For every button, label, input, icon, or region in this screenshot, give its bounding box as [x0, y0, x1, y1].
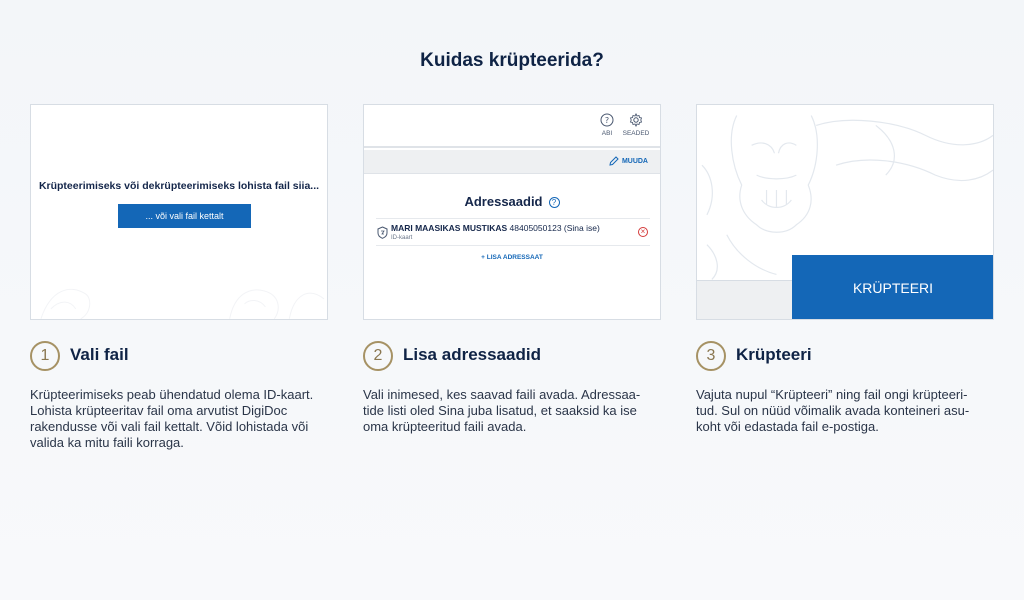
encrypt-button[interactable]: KRÜPTEERI	[792, 255, 993, 319]
step-number: 1	[30, 341, 60, 371]
step-2-description: Vali inimesed, kes saavad faili avada. A…	[363, 387, 641, 434]
recipient-type: ID-kaart	[391, 235, 413, 241]
settings-button[interactable]: SEADED	[621, 113, 651, 137]
help-icon: ?	[600, 113, 614, 127]
edit-label: MUUDA	[621, 157, 648, 165]
recipients-heading: Adressaadid?	[364, 194, 660, 209]
page-title: Kuidas krüpteerida?	[420, 50, 604, 71]
settings-label: SEADED	[622, 130, 650, 137]
help-button[interactable]: ? ABI	[592, 113, 622, 137]
step-number: 2	[363, 341, 393, 371]
add-recipient-button[interactable]: + LISA ADRESSAAT	[364, 254, 660, 261]
recipient-row: MARI MAASIKAS MUSTIKAS 48405050123 (Sina…	[376, 218, 650, 246]
step-title: Krüpteeri	[736, 345, 812, 364]
step-number: 3	[696, 341, 726, 371]
bottom-bar	[697, 280, 793, 319]
step-title: Vali fail	[70, 345, 129, 364]
drop-zone-text: Krüpteerimiseks või dekrüpteerimiseks lo…	[38, 180, 320, 192]
remove-recipient-icon[interactable]: ×	[638, 227, 648, 237]
help-label: ABI	[601, 130, 613, 137]
step-title: Lisa adressaadid	[403, 345, 541, 364]
recipient-code: 48405050123 (Sina ise)	[509, 223, 600, 233]
edit-bar: MUUDA	[364, 150, 660, 174]
edit-button[interactable]: MUUDA	[609, 156, 648, 166]
step-2-screenshot: ? ABI SEADED MUUDA Adressaadid? MARI MAA…	[363, 104, 661, 320]
app-toolbar: ? ABI SEADED	[364, 105, 660, 148]
recipients-title: Adressaadid	[464, 194, 543, 209]
recipient-name: MARI MAASIKAS MUSTIKAS	[391, 223, 508, 233]
choose-file-button[interactable]: ... või vali fail kettalt	[118, 204, 251, 228]
lion-watermark-icon	[701, 115, 993, 280]
info-icon[interactable]: ?	[548, 197, 560, 208]
svg-text:?: ?	[605, 116, 609, 125]
step-3-description: Vajuta nupul “Krüpteeri” ning fail ongi …	[696, 387, 970, 434]
step-3-screenshot: KRÜPTEERI	[696, 104, 994, 320]
id-card-icon	[377, 226, 388, 239]
lion-watermark-icon	[40, 288, 325, 319]
step-1-description: Krüpteerimiseks peab ühendatud olema ID-…	[30, 387, 314, 450]
gear-icon	[629, 113, 643, 127]
pencil-icon	[609, 156, 619, 166]
step-1-screenshot: Krüpteerimiseks või dekrüpteerimiseks lo…	[30, 104, 328, 320]
